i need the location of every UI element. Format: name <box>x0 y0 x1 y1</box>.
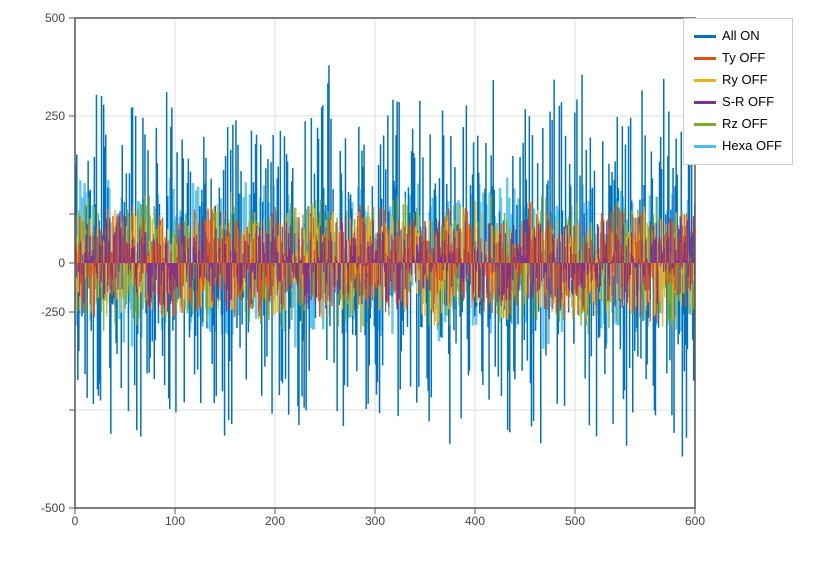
legend-label-sr-off: S-R OFF <box>722 91 774 113</box>
legend-item-ty-off: Ty OFF <box>694 47 782 69</box>
svg-text:0: 0 <box>58 256 65 270</box>
svg-text:0: 0 <box>72 514 79 528</box>
legend-item-hexa-off: Hexa OFF <box>694 135 782 157</box>
svg-text:-500: -500 <box>41 501 65 515</box>
legend-item-ry-off: Ry OFF <box>694 69 782 91</box>
legend-color-hexa-off <box>694 145 716 148</box>
svg-text:400: 400 <box>465 514 485 528</box>
legend-color-sr-off <box>694 101 716 104</box>
legend-item-rz-off: Rz OFF <box>694 113 782 135</box>
svg-text:500: 500 <box>565 514 585 528</box>
legend-label-rz-off: Rz OFF <box>722 113 768 135</box>
legend-label-ty-off: Ty OFF <box>722 47 765 69</box>
svg-text:600: 600 <box>685 514 705 528</box>
legend-item-sr-off: S-R OFF <box>694 91 782 113</box>
svg-text:300: 300 <box>365 514 385 528</box>
chart-legend: All ON Ty OFF Ry OFF S-R OFF Rz OFF Hexa… <box>683 18 793 165</box>
legend-color-ty-off <box>694 57 716 60</box>
chart-container: 500 250 0 -250 -500 0 100 200 300 400 50… <box>0 0 821 584</box>
svg-text:250: 250 <box>45 109 65 123</box>
legend-label-hexa-off: Hexa OFF <box>722 135 782 157</box>
svg-text:500: 500 <box>45 11 65 25</box>
legend-label-ry-off: Ry OFF <box>722 69 768 91</box>
legend-item-all-on: All ON <box>694 25 782 47</box>
legend-color-all-on <box>694 35 716 38</box>
svg-text:200: 200 <box>265 514 285 528</box>
svg-text:-250: -250 <box>41 305 65 319</box>
svg-text:100: 100 <box>165 514 185 528</box>
legend-color-rz-off <box>694 123 716 126</box>
legend-label-all-on: All ON <box>722 25 760 47</box>
legend-color-ry-off <box>694 79 716 82</box>
